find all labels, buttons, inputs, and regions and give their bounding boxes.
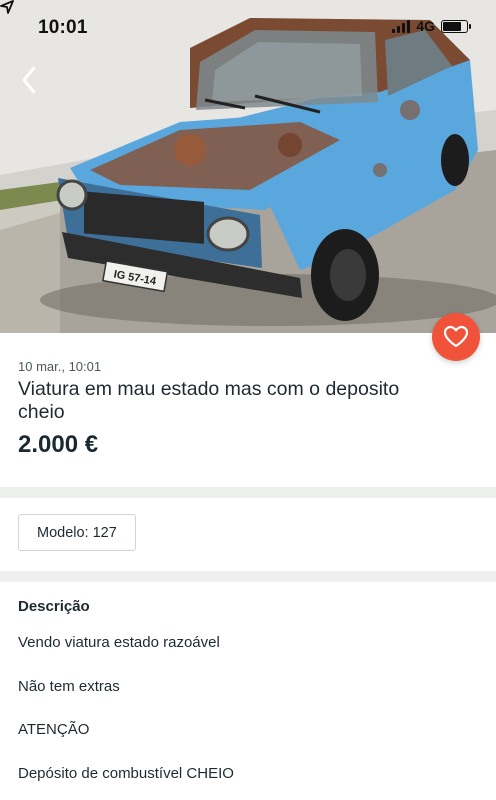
signal-icon	[392, 19, 411, 33]
favorite-button[interactable]	[432, 313, 480, 361]
listing-photo[interactable]: IG 57-14 10:01 4G	[0, 0, 496, 333]
status-bar: 10:01 4G	[0, 0, 496, 52]
description-line: Não tem extras	[18, 678, 120, 695]
listing-summary: 10 mar., 10:01 Viatura em mau estado mas…	[0, 333, 496, 487]
network-type: 4G	[416, 18, 435, 34]
status-indicators: 4G	[392, 18, 471, 34]
listing-price: 2.000 €	[18, 431, 99, 458]
model-chip[interactable]: Modelo: 127	[18, 514, 136, 551]
status-time: 10:01	[38, 17, 88, 38]
heart-icon	[443, 325, 469, 348]
description-line: ATENÇÃO	[18, 721, 90, 738]
chevron-left-icon	[22, 66, 36, 94]
attributes-section: Modelo: 127	[0, 498, 496, 571]
description-section: Descrição Vendo viatura estado razoável …	[0, 582, 496, 800]
location-arrow-icon	[0, 0, 14, 14]
back-button[interactable]	[14, 60, 48, 100]
battery-icon	[441, 19, 471, 33]
description-heading: Descrição	[18, 598, 90, 615]
listing-date: 10 mar., 10:01	[18, 359, 102, 374]
description-line: Depósito de combustível CHEIO	[18, 765, 234, 782]
listing-title: Viatura em mau estado mas com o deposito…	[18, 378, 400, 423]
description-line: Vendo viatura estado razoável	[18, 634, 220, 651]
